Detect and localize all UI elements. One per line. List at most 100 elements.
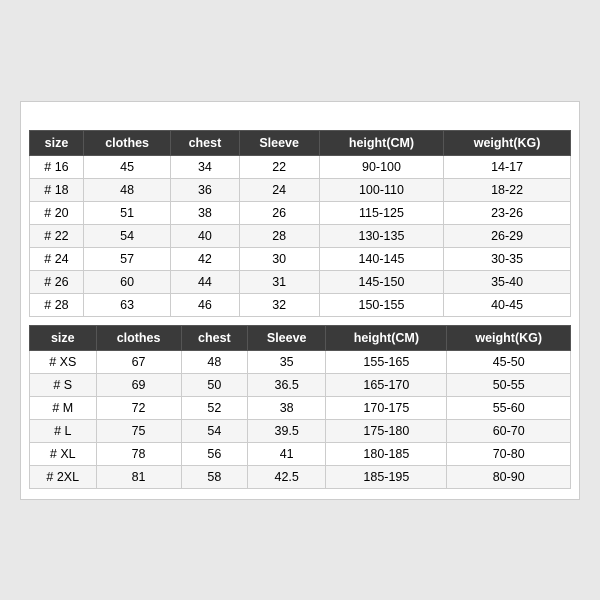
table-cell: 26 <box>239 201 319 224</box>
table-cell: 26-29 <box>444 224 571 247</box>
table-cell: 34 <box>171 155 239 178</box>
table-row: # 20513826115-12523-26 <box>30 201 571 224</box>
table-cell: 60 <box>83 270 170 293</box>
column-header: chest <box>171 130 239 155</box>
table-cell: 48 <box>181 350 247 373</box>
table-cell: # 26 <box>30 270 84 293</box>
table-cell: 170-175 <box>326 396 447 419</box>
table-cell: 56 <box>181 442 247 465</box>
column-header: height(CM) <box>326 325 447 350</box>
table-cell: 51 <box>83 201 170 224</box>
table-cell: 67 <box>96 350 181 373</box>
table-cell: 75 <box>96 419 181 442</box>
table-cell: 80-90 <box>447 465 571 488</box>
table-cell: 14-17 <box>444 155 571 178</box>
table-cell: 42 <box>171 247 239 270</box>
table-cell: 36 <box>171 178 239 201</box>
table-row: # M725238170-17555-60 <box>30 396 571 419</box>
table-cell: 40 <box>171 224 239 247</box>
table-cell: 130-135 <box>319 224 443 247</box>
table-cell: 32 <box>239 293 319 316</box>
table-cell: # M <box>30 396 97 419</box>
table-cell: 69 <box>96 373 181 396</box>
table-cell: 45-50 <box>447 350 571 373</box>
table-cell: 23-26 <box>444 201 571 224</box>
table-cell: # XS <box>30 350 97 373</box>
size-table-2: sizeclotheschestSleeveheight(CM)weight(K… <box>29 325 571 489</box>
table-cell: # 22 <box>30 224 84 247</box>
table-row: # L755439.5175-18060-70 <box>30 419 571 442</box>
table-cell: 58 <box>181 465 247 488</box>
size-chart-container: sizeclotheschestSleeveheight(CM)weight(K… <box>20 101 580 500</box>
table-row: # 2XL815842.5185-19580-90 <box>30 465 571 488</box>
table-row: # XL785641180-18570-80 <box>30 442 571 465</box>
table-cell: 185-195 <box>326 465 447 488</box>
table-cell: 38 <box>171 201 239 224</box>
table-cell: 48 <box>83 178 170 201</box>
table-cell: 52 <box>181 396 247 419</box>
table-cell: 60-70 <box>447 419 571 442</box>
table-cell: 35 <box>248 350 326 373</box>
column-header: height(CM) <box>319 130 443 155</box>
table-cell: 54 <box>83 224 170 247</box>
table-cell: # XL <box>30 442 97 465</box>
table-row: # 26604431145-15035-40 <box>30 270 571 293</box>
table-cell: 70-80 <box>447 442 571 465</box>
table-cell: 28 <box>239 224 319 247</box>
table-cell: 57 <box>83 247 170 270</box>
table-cell: 18-22 <box>444 178 571 201</box>
column-header: clothes <box>96 325 181 350</box>
table-cell: 24 <box>239 178 319 201</box>
column-header: Sleeve <box>239 130 319 155</box>
table-cell: 81 <box>96 465 181 488</box>
table-cell: 63 <box>83 293 170 316</box>
table-cell: # 2XL <box>30 465 97 488</box>
table-cell: # 24 <box>30 247 84 270</box>
table-cell: # 18 <box>30 178 84 201</box>
table-cell: 39.5 <box>248 419 326 442</box>
table-cell: 155-165 <box>326 350 447 373</box>
table-cell: 175-180 <box>326 419 447 442</box>
table-cell: # L <box>30 419 97 442</box>
table-cell: 145-150 <box>319 270 443 293</box>
table-row: # 28634632150-15540-45 <box>30 293 571 316</box>
column-header: weight(KG) <box>444 130 571 155</box>
table-cell: 36.5 <box>248 373 326 396</box>
column-header: weight(KG) <box>447 325 571 350</box>
column-header: size <box>30 130 84 155</box>
table-cell: 42.5 <box>248 465 326 488</box>
table-cell: 35-40 <box>444 270 571 293</box>
table-cell: 72 <box>96 396 181 419</box>
table-cell: # S <box>30 373 97 396</box>
table-cell: 78 <box>96 442 181 465</box>
table-cell: 115-125 <box>319 201 443 224</box>
table-cell: 40-45 <box>444 293 571 316</box>
table-cell: 38 <box>248 396 326 419</box>
column-header: Sleeve <box>248 325 326 350</box>
table-cell: 140-145 <box>319 247 443 270</box>
table-cell: 30-35 <box>444 247 571 270</box>
table-cell: # 16 <box>30 155 84 178</box>
table-cell: 46 <box>171 293 239 316</box>
table-row: # XS674835155-16545-50 <box>30 350 571 373</box>
table-cell: 55-60 <box>447 396 571 419</box>
chart-title <box>29 112 571 130</box>
table-cell: 30 <box>239 247 319 270</box>
table-row: # 22544028130-13526-29 <box>30 224 571 247</box>
table-cell: 50-55 <box>447 373 571 396</box>
table-cell: 22 <box>239 155 319 178</box>
table-cell: 31 <box>239 270 319 293</box>
table-cell: 90-100 <box>319 155 443 178</box>
table-cell: 180-185 <box>326 442 447 465</box>
table-cell: 44 <box>171 270 239 293</box>
table-row: # S695036.5165-17050-55 <box>30 373 571 396</box>
table-cell: 150-155 <box>319 293 443 316</box>
table-row: # 1645342290-10014-17 <box>30 155 571 178</box>
table-cell: 41 <box>248 442 326 465</box>
column-header: clothes <box>83 130 170 155</box>
table-row: # 18483624100-11018-22 <box>30 178 571 201</box>
table-cell: 54 <box>181 419 247 442</box>
table-cell: 165-170 <box>326 373 447 396</box>
size-table-1: sizeclotheschestSleeveheight(CM)weight(K… <box>29 130 571 317</box>
table-row: # 24574230140-14530-35 <box>30 247 571 270</box>
